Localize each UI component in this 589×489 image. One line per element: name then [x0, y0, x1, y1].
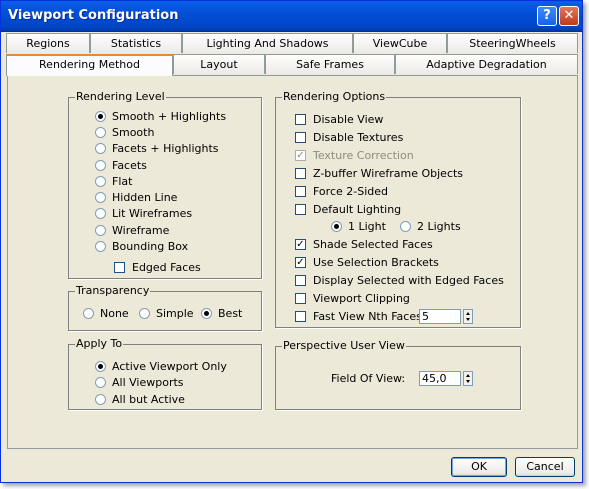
perspective-user-view-label: Perspective User View [282, 339, 406, 352]
fast-view-input[interactable]: 5 [419, 309, 461, 324]
checkmark-icon[interactable]: ✓ [295, 238, 306, 250]
radio-button[interactable] [95, 142, 106, 154]
rendering-method-panel: Rendering Level Smooth + Highlights Smoo… [7, 75, 578, 449]
checkbox-force-2-sided[interactable]: Force 2-Sided [295, 184, 388, 200]
checkbox[interactable] [295, 292, 306, 304]
tab-layout[interactable]: Layout [173, 54, 265, 74]
checkmark-icon: ✓ [295, 149, 306, 161]
radio-bounding-box[interactable]: Bounding Box [95, 239, 188, 255]
radio-2-lights[interactable]: 2 Lights [400, 219, 461, 235]
radio-button[interactable] [95, 376, 106, 388]
radio-button[interactable] [139, 307, 150, 319]
checkbox[interactable] [295, 310, 306, 322]
transparency-group: Transparency None Simple Best [68, 284, 262, 331]
apply-to-group: Apply To Active Viewport Only All Viewpo… [68, 337, 262, 410]
radio-all-viewports[interactable]: All Viewports [95, 375, 184, 391]
checkbox-texture-correction: ✓ Texture Correction [295, 149, 414, 162]
radio-active-viewport-only[interactable]: Active Viewport Only [95, 359, 227, 375]
perspective-user-view-group: Perspective User View Field Of View: 45,… [275, 339, 521, 410]
transparency-label: Transparency [75, 284, 151, 297]
radio-best[interactable]: Best [201, 306, 242, 322]
radio-button[interactable] [400, 220, 411, 232]
checkbox-edged-faces[interactable]: Edged Faces [114, 260, 201, 276]
window-title: Viewport Configuration [8, 8, 179, 23]
radio-button[interactable] [95, 224, 106, 236]
tab-steeringwheels[interactable]: SteeringWheels [447, 33, 578, 53]
field-of-view-label: Field Of View: [331, 372, 406, 385]
radio-none[interactable]: None [83, 306, 129, 322]
radio-simple[interactable]: Simple [139, 306, 194, 322]
tab-lighting-and-shadows[interactable]: Lighting And Shadows [182, 33, 353, 53]
checkbox-disable-textures[interactable]: Disable Textures [295, 130, 403, 146]
rendering-level-group: Rendering Level Smooth + Highlights Smoo… [68, 90, 262, 279]
checkbox[interactable] [295, 203, 306, 215]
radio-wireframe[interactable]: Wireframe [95, 223, 169, 239]
radio-facets-highlights[interactable]: Facets + Highlights [95, 141, 219, 157]
spinner-arrows-icon[interactable] [463, 309, 473, 324]
checkbox-shade-selected-faces[interactable]: ✓ Shade Selected Faces [295, 237, 433, 253]
rendering-level-label: Rendering Level [75, 90, 166, 103]
radio-button[interactable] [83, 307, 94, 319]
tab-safe-frames[interactable]: Safe Frames [265, 54, 395, 74]
radio-button[interactable] [95, 175, 106, 187]
rendering-options-label: Rendering Options [282, 90, 387, 103]
checkbox[interactable] [295, 113, 306, 125]
radio-button[interactable] [201, 307, 212, 319]
radio-lit-wireframes[interactable]: Lit Wireframes [95, 206, 192, 222]
checkbox[interactable] [114, 261, 125, 273]
close-button[interactable]: ✕ [559, 6, 579, 26]
radio-button[interactable] [95, 110, 106, 122]
fast-view-spinner[interactable]: 5 [419, 309, 473, 324]
checkbox[interactable] [295, 167, 306, 179]
radio-facets[interactable]: Facets [95, 158, 147, 174]
help-button[interactable]: ? [537, 6, 557, 26]
spinner-arrows-icon[interactable] [463, 371, 473, 386]
checkbox-default-lighting[interactable]: Default Lighting [295, 202, 401, 218]
radio-button[interactable] [95, 207, 106, 219]
radio-smooth-highlights[interactable]: Smooth + Highlights [95, 109, 226, 125]
tab-adaptive-degradation[interactable]: Adaptive Degradation [395, 54, 578, 74]
radio-button[interactable] [95, 159, 106, 171]
cancel-button[interactable]: Cancel [515, 457, 575, 477]
radio-button[interactable] [95, 240, 106, 252]
checkbox-fast-view[interactable]: Fast View Nth Faces: [295, 309, 426, 325]
apply-to-label: Apply To [75, 337, 124, 350]
field-of-view-input[interactable]: 45,0 [419, 371, 461, 386]
tab-rendering-method[interactable]: Rendering Method [6, 54, 173, 76]
field-of-view-spinner[interactable]: 45,0 [419, 371, 473, 386]
checkbox-viewport-clipping[interactable]: Viewport Clipping [295, 291, 410, 307]
radio-smooth[interactable]: Smooth [95, 125, 154, 141]
radio-button[interactable] [95, 126, 106, 138]
checkbox-display-selected-edged[interactable]: Display Selected with Edged Faces [295, 273, 504, 289]
checkbox[interactable] [295, 131, 306, 143]
radio-button[interactable] [331, 220, 342, 232]
radio-hidden-line[interactable]: Hidden Line [95, 190, 177, 206]
ok-button[interactable]: OK [451, 457, 507, 477]
checkbox-use-selection-brackets[interactable]: ✓ Use Selection Brackets [295, 255, 439, 271]
viewport-configuration-dialog: Viewport Configuration ? ✕ Regions Stati… [0, 0, 583, 483]
tab-viewcube[interactable]: ViewCube [353, 33, 447, 53]
radio-all-but-active[interactable]: All but Active [95, 392, 185, 408]
checkbox-disable-view[interactable]: Disable View [295, 112, 383, 128]
radio-button[interactable] [95, 393, 106, 405]
radio-button[interactable] [95, 360, 106, 372]
checkbox[interactable] [295, 274, 306, 286]
radio-1-light[interactable]: 1 Light [331, 219, 386, 235]
radio-flat[interactable]: Flat [95, 174, 132, 190]
rendering-options-group: Rendering Options Disable View Disable T… [275, 90, 521, 328]
title-bar[interactable]: Viewport Configuration ? ✕ [1, 1, 582, 32]
checkbox[interactable] [295, 185, 306, 197]
tab-statistics[interactable]: Statistics [90, 33, 182, 53]
radio-button[interactable] [95, 191, 106, 203]
checkmark-icon[interactable]: ✓ [295, 256, 306, 268]
tab-regions[interactable]: Regions [6, 33, 90, 53]
checkbox-zbuffer-wireframe[interactable]: Z-buffer Wireframe Objects [295, 166, 463, 182]
